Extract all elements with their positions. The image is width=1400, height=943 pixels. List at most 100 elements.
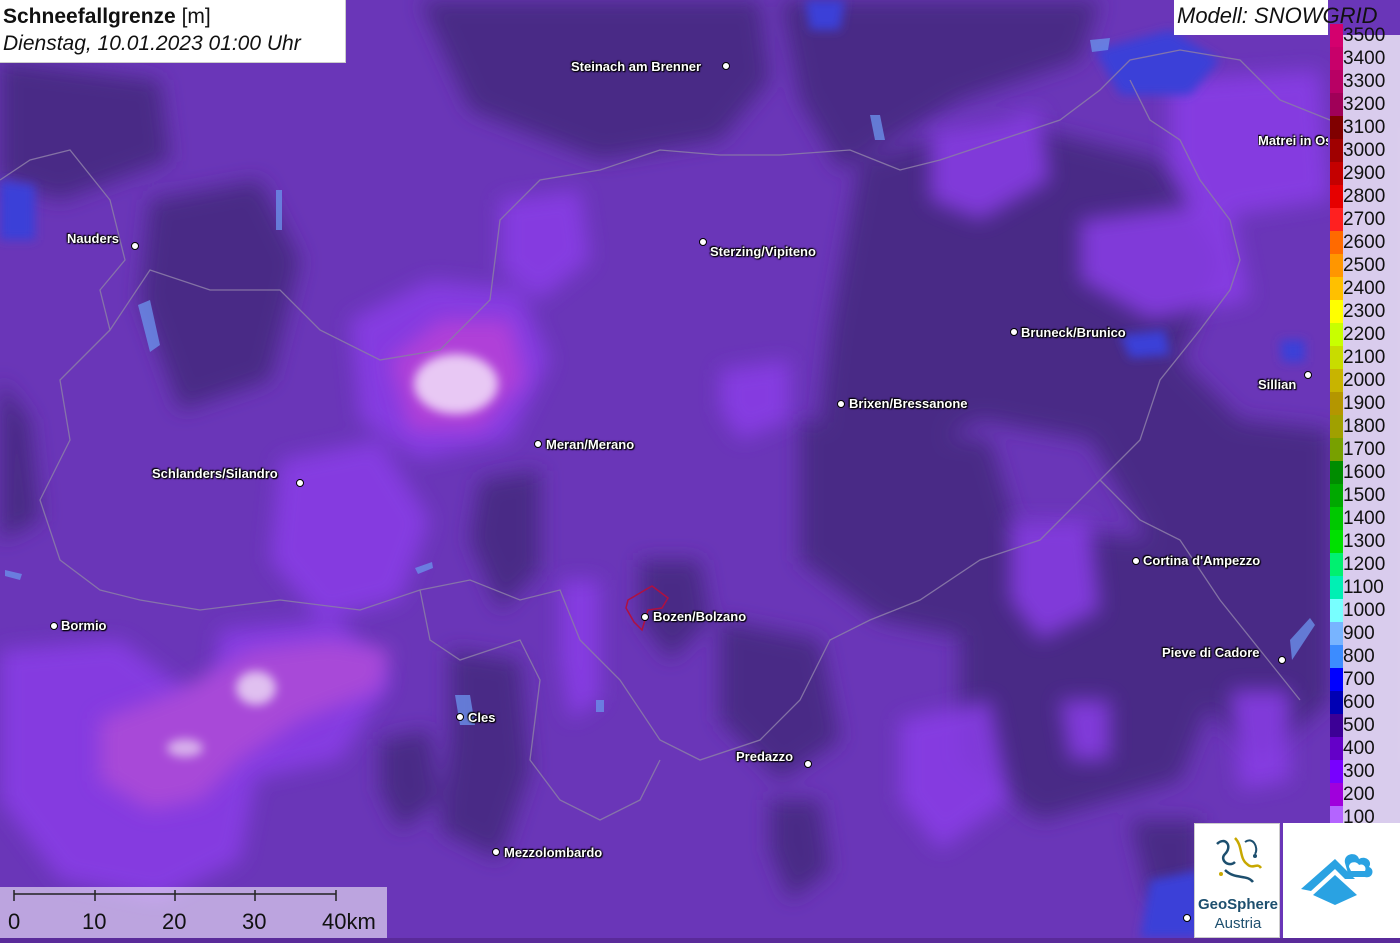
legend-row: 1500: [1330, 484, 1400, 507]
legend-swatch: [1330, 24, 1343, 47]
city-bormio: Bormio: [61, 618, 107, 633]
city-dot: [50, 622, 58, 630]
legend-row: 3500: [1330, 24, 1400, 47]
legend-label: 2800: [1343, 186, 1386, 207]
legend-swatch: [1330, 300, 1343, 323]
legend-label: 2000: [1343, 370, 1386, 391]
city-dot: [804, 760, 812, 768]
legend-swatch: [1330, 737, 1343, 760]
legend-label: 1400: [1343, 508, 1386, 529]
legend-row: 1600: [1330, 461, 1400, 484]
legend-row: 2100: [1330, 346, 1400, 369]
legend-label: 2100: [1343, 347, 1386, 368]
scale-label-0: 0: [8, 909, 21, 934]
legend-label: 3000: [1343, 140, 1386, 161]
legend-swatch: [1330, 622, 1343, 645]
legend-label: 1800: [1343, 416, 1386, 437]
legend-row: 1100: [1330, 576, 1400, 599]
legend-row: 900: [1330, 622, 1400, 645]
legend-label: 1000: [1343, 600, 1386, 621]
legend-row: 600: [1330, 691, 1400, 714]
city-dot: [1278, 656, 1286, 664]
legend-row: 2200: [1330, 323, 1400, 346]
legend-swatch: [1330, 93, 1343, 116]
legend-swatch: [1330, 438, 1343, 461]
city-dot: [296, 479, 304, 487]
legend-label: 1100: [1343, 577, 1384, 598]
legend-row: 2000: [1330, 369, 1400, 392]
legend-label: 400: [1343, 738, 1375, 759]
city-matrei: Matrei in Osttirol: [1258, 133, 1328, 148]
legend-label: 1300: [1343, 531, 1386, 552]
city-dot: [131, 242, 139, 250]
city-dot: [534, 440, 542, 448]
legend-label: 500: [1343, 715, 1375, 736]
legend-swatch: [1330, 70, 1343, 93]
legend-row: 800: [1330, 645, 1400, 668]
snow-house-logo: [1283, 823, 1400, 938]
legend-swatch: [1330, 530, 1343, 553]
city-dot: [1010, 328, 1018, 336]
city-pieve: Pieve di Cadore: [1162, 645, 1260, 660]
city-dot: [1304, 371, 1312, 379]
legend-swatch: [1330, 369, 1343, 392]
legend-row: 3000: [1330, 139, 1400, 162]
legend-swatch: [1330, 760, 1343, 783]
legend-swatch: [1330, 277, 1343, 300]
legend-label: 2500: [1343, 255, 1386, 276]
legend-label: 2400: [1343, 278, 1386, 299]
legend-label: 1500: [1343, 485, 1386, 506]
legend-swatch: [1330, 668, 1343, 691]
city-meran: Meran/Merano: [546, 437, 635, 452]
legend-row: 1300: [1330, 530, 1400, 553]
legend-swatch: [1330, 507, 1343, 530]
legend-swatch: [1330, 415, 1343, 438]
legend-swatch: [1330, 714, 1343, 737]
city-dot: [641, 613, 649, 621]
legend-row: 1900: [1330, 392, 1400, 415]
city-schlanders: Schlanders/Silandro: [152, 466, 278, 481]
legend-swatch: [1330, 47, 1343, 70]
legend-row: 2600: [1330, 231, 1400, 254]
legend-label: 2300: [1343, 301, 1386, 322]
legend-label: 3300: [1343, 71, 1386, 92]
model-label: Modell: SNOWGRID: [1174, 0, 1377, 35]
city-bruneck: Bruneck/Brunico: [1021, 325, 1126, 340]
city-cles: Cles: [468, 710, 496, 725]
city-bozen: Bozen/Bolzano: [653, 609, 747, 624]
legend-label: 3200: [1343, 94, 1386, 115]
city-dot: [1132, 557, 1140, 565]
legend-swatch: [1330, 208, 1343, 231]
legend-swatch: [1330, 185, 1343, 208]
map-title-box: Schneefallgrenze [m] Dienstag, 10.01.202…: [0, 0, 346, 63]
geosphere-name: GeoSphere: [1197, 896, 1279, 913]
legend-row: 3400: [1330, 47, 1400, 70]
legend-row: 700: [1330, 668, 1400, 691]
legend-label: 2700: [1343, 209, 1386, 230]
legend-label: 3100: [1343, 117, 1386, 138]
city-dot: [699, 238, 707, 246]
geosphere-emblem-icon: [1216, 837, 1263, 883]
map-title-unit: [m]: [181, 5, 211, 28]
city-nauders: Nauders: [67, 231, 120, 246]
legend-label: 600: [1343, 692, 1375, 713]
legend-row: 300: [1330, 760, 1400, 783]
legend-label: 300: [1343, 761, 1375, 782]
legend-label: 1200: [1343, 554, 1386, 575]
legend-label: 2200: [1343, 324, 1386, 345]
legend-swatch: [1330, 162, 1343, 185]
legend-row: 2300: [1330, 300, 1400, 323]
house-cloud-icon: [1301, 854, 1373, 905]
scale-label-30: 30: [242, 909, 267, 934]
legend-label: 900: [1343, 623, 1375, 644]
legend-swatch: [1330, 139, 1343, 162]
legend-swatch: [1330, 461, 1343, 484]
legend-row: 3300: [1330, 70, 1400, 93]
legend-label: 1700: [1343, 439, 1386, 460]
legend-row: 1400: [1330, 507, 1400, 530]
city-predazzo: Predazzo: [736, 749, 794, 764]
city-dot: [837, 400, 845, 408]
legend-row: 2500: [1330, 254, 1400, 277]
legend-row: 2700: [1330, 208, 1400, 231]
legend-label: 1900: [1343, 393, 1386, 414]
